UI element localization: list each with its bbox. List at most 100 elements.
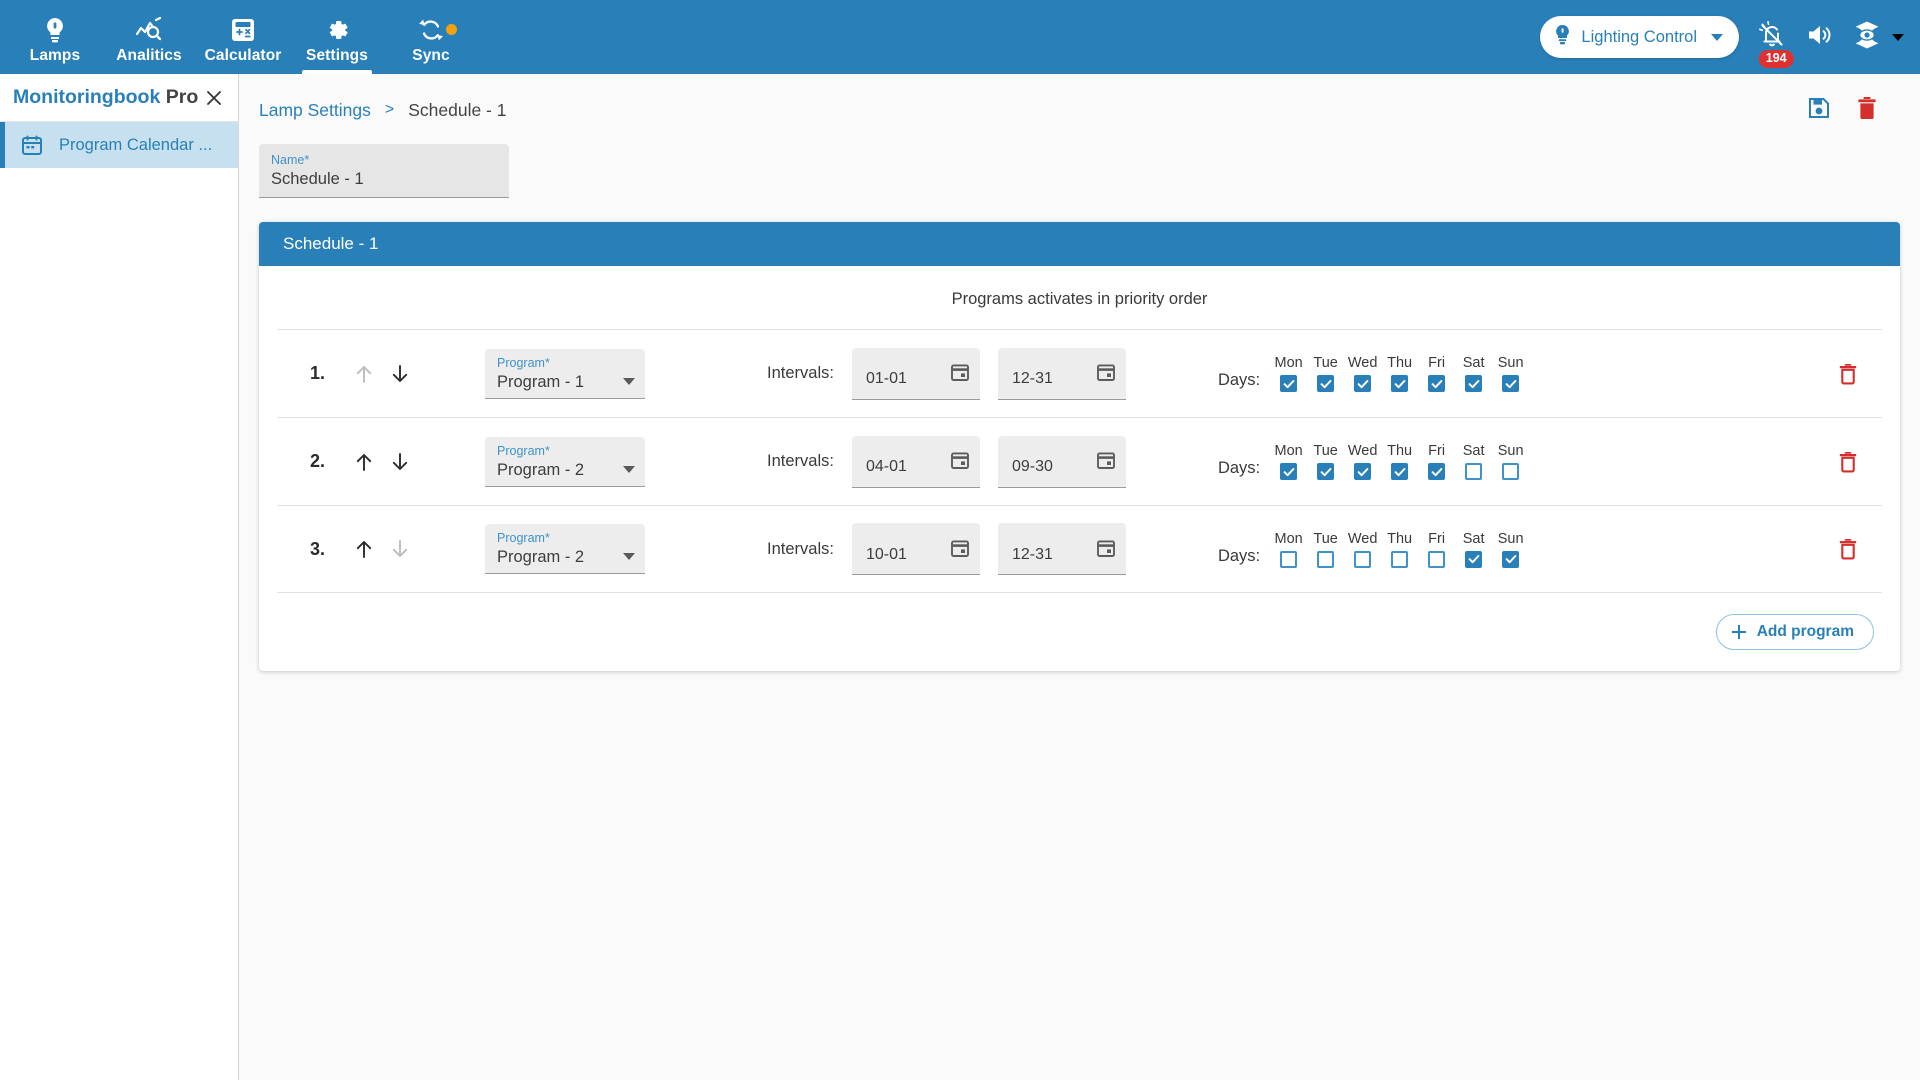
interval-end-date-field[interactable]: 12-31 xyxy=(997,523,1126,575)
breadcrumb-current: Schedule - 1 xyxy=(408,99,507,120)
close-icon[interactable] xyxy=(204,88,224,108)
day-column: Sat xyxy=(1455,443,1492,480)
reorder-arrows xyxy=(333,538,445,560)
day-checkbox-sun[interactable] xyxy=(1502,375,1520,392)
nav-tab-lamps[interactable]: Lamps xyxy=(8,0,102,74)
intervals-label: Intervals: xyxy=(767,364,834,382)
move-up-icon[interactable] xyxy=(353,538,375,560)
day-checkbox-sun[interactable] xyxy=(1502,550,1520,568)
breadcrumb: Lamp Settings > Schedule - 1 xyxy=(239,74,1920,124)
day-column: Tue xyxy=(1307,355,1344,392)
user-profile-button[interactable] xyxy=(1851,20,1904,55)
day-checkbox-sat[interactable] xyxy=(1465,463,1483,480)
interval-start-date-field[interactable]: 01-01 xyxy=(851,347,980,400)
sidebar-item-program-calendar[interactable]: Program Calendar ... xyxy=(0,122,238,168)
calendar-icon[interactable] xyxy=(950,362,970,384)
day-column: Tue xyxy=(1307,531,1344,568)
day-checkbox-thu[interactable] xyxy=(1391,463,1409,480)
day-label: Thu xyxy=(1387,530,1413,547)
day-checkbox-thu[interactable] xyxy=(1391,550,1409,568)
day-checkbox-sat[interactable] xyxy=(1465,375,1483,392)
name-field[interactable]: Name* Schedule - 1 xyxy=(259,144,509,198)
day-label: Fri xyxy=(1428,443,1446,459)
calendar-icon[interactable] xyxy=(1096,538,1116,560)
day-checkbox-fri[interactable] xyxy=(1428,375,1446,392)
add-program-button[interactable]: Add program xyxy=(1715,614,1874,650)
day-checkbox-wed[interactable] xyxy=(1354,550,1372,568)
day-checkbox-wed[interactable] xyxy=(1354,463,1372,480)
day-checkbox-wed[interactable] xyxy=(1354,375,1372,392)
delete-program-icon[interactable] xyxy=(1838,538,1882,560)
delete-program-icon[interactable] xyxy=(1838,363,1882,385)
move-up-icon[interactable] xyxy=(353,451,375,473)
program-select[interactable]: Program* Program - 1 xyxy=(485,348,645,399)
nav-tab-sync[interactable]: Sync xyxy=(384,0,478,74)
interval-start-date-field[interactable]: 10-01 xyxy=(851,523,980,575)
program-select-label: Program* xyxy=(497,531,550,545)
interval-end-date-field[interactable]: 12-31 xyxy=(997,347,1126,400)
day-checkbox-tue[interactable] xyxy=(1317,375,1335,392)
nav-tab-label: Calculator xyxy=(204,46,282,64)
day-checkbox-mon[interactable] xyxy=(1280,550,1298,568)
reorder-arrows xyxy=(333,363,445,385)
day-checkbox-mon[interactable] xyxy=(1280,463,1298,480)
day-checkbox-fri[interactable] xyxy=(1428,463,1446,480)
day-column: Wed xyxy=(1344,443,1381,480)
top-navigation-bar: Lamps Analitics Calculator Settings Sync… xyxy=(0,0,1920,74)
calendar-icon[interactable] xyxy=(950,450,970,472)
alarm-off-button[interactable]: 194 xyxy=(1757,20,1794,68)
day-checkbox-sat[interactable] xyxy=(1465,550,1483,568)
name-field-value: Schedule - 1 xyxy=(271,170,364,188)
plus-icon xyxy=(1731,625,1746,639)
days-selector: Days: Mon Tue Wed Thu Fri Sat Sun xyxy=(1218,531,1529,568)
volume-button[interactable] xyxy=(1805,21,1833,54)
sidebar-header: Monitoringbook Pro xyxy=(0,74,238,122)
day-column: Tue xyxy=(1307,443,1344,480)
program-select-label: Program* xyxy=(497,443,550,458)
schedule-card: Schedule - 1 Programs activates in prior… xyxy=(259,222,1900,671)
gear-icon xyxy=(324,15,350,45)
program-row: 2. Program* Program - 2 Intervals: 04-01 09-3… xyxy=(277,417,1882,505)
day-checkbox-tue[interactable] xyxy=(1317,463,1335,480)
day-column: Sat xyxy=(1455,531,1492,568)
calendar-icon[interactable] xyxy=(1096,362,1116,384)
delete-icon[interactable] xyxy=(1856,96,1878,125)
interval-end-date-field[interactable]: 09-30 xyxy=(997,435,1126,488)
day-label: Mon xyxy=(1274,530,1303,547)
day-checkbox-tue[interactable] xyxy=(1317,550,1335,568)
lighting-control-dropdown[interactable]: Lighting Control xyxy=(1540,16,1739,58)
chevron-down-icon xyxy=(1711,33,1723,41)
day-column: Fri xyxy=(1418,355,1455,392)
nav-tab-calculator[interactable]: Calculator xyxy=(196,0,290,74)
chevron-down-icon xyxy=(623,377,635,385)
nav-tab-analitics[interactable]: Analitics xyxy=(102,0,196,74)
move-down-icon[interactable] xyxy=(389,451,411,473)
breadcrumb-parent-link[interactable]: Lamp Settings xyxy=(259,100,371,121)
program-select-value: Program - 1 xyxy=(497,372,585,391)
move-down-icon[interactable] xyxy=(389,363,411,385)
schedule-card-footer: Add program xyxy=(259,593,1900,671)
save-icon[interactable] xyxy=(1808,97,1830,124)
day-column: Sun xyxy=(1492,443,1529,480)
day-checkbox-thu[interactable] xyxy=(1391,375,1409,392)
schedule-card-header: Schedule - 1 xyxy=(259,222,1900,266)
day-checkbox-sun[interactable] xyxy=(1502,463,1520,480)
day-checkbox-fri[interactable] xyxy=(1428,550,1446,568)
interval-start-date-field[interactable]: 04-01 xyxy=(851,435,980,488)
program-select[interactable]: Program* Program - 2 xyxy=(485,436,645,487)
program-row-index: 2. xyxy=(309,451,325,471)
program-select[interactable]: Program* Program - 2 xyxy=(485,524,645,574)
day-label: Thu xyxy=(1387,443,1413,459)
required-marker: * xyxy=(304,153,310,167)
nav-tab-settings[interactable]: Settings xyxy=(290,0,384,74)
day-label: Sat xyxy=(1462,530,1485,547)
day-checkbox-mon[interactable] xyxy=(1280,375,1298,392)
calendar-icon[interactable] xyxy=(950,538,970,560)
date-value: 01-01 xyxy=(865,370,907,387)
day-column: Thu xyxy=(1381,443,1418,480)
delete-program-icon[interactable] xyxy=(1838,451,1882,473)
day-label: Sat xyxy=(1462,355,1485,371)
calendar-icon[interactable] xyxy=(1096,450,1116,472)
app-title: Monitoringbook Pro xyxy=(13,86,198,109)
day-label: Fri xyxy=(1428,530,1446,547)
